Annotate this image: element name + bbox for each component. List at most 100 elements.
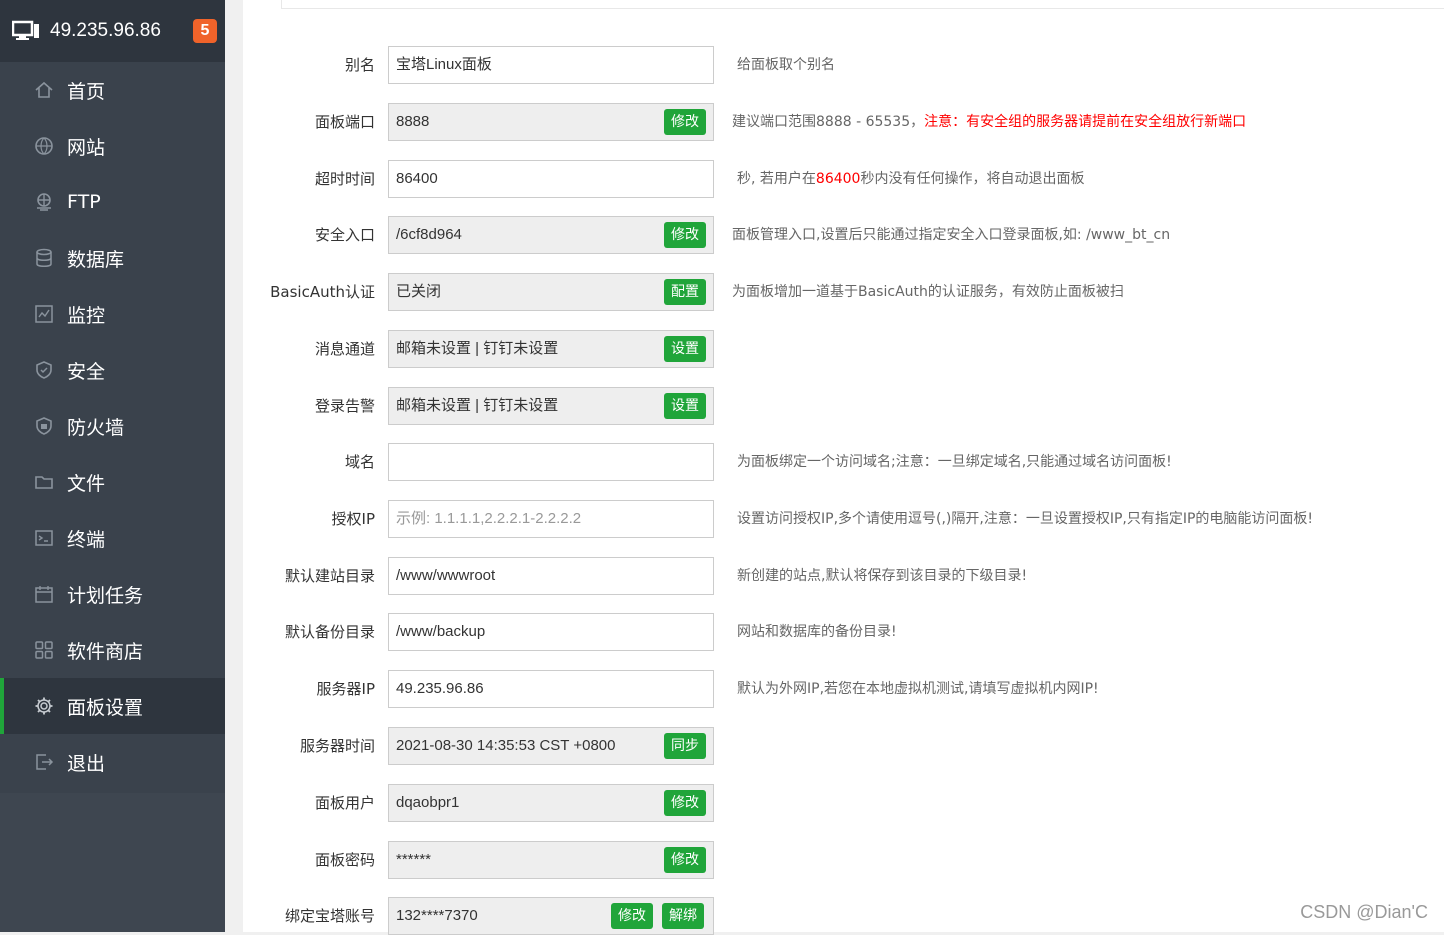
sidebar-item-panel-settings[interactable]: 面板设置: [0, 678, 225, 734]
sidebar-item-label: 数据库: [67, 248, 125, 271]
server-header: 49.235.96.86 5: [0, 0, 225, 62]
auth-ip-input[interactable]: 示例: 1.1.1.1,2.2.2.1-2.2.2.2: [388, 500, 714, 538]
set-login-alert-button[interactable]: 设置: [664, 393, 706, 419]
row-server-time: 服务器时间 2021-08-30 14:35:53 CST +0800 同步: [243, 727, 1444, 765]
field-label: 服务器时间: [299, 737, 375, 755]
server-ip-input[interactable]: 49.235.96.86: [388, 670, 714, 708]
row-server-ip: 服务器IP 49.235.96.86 默认为外网IP,若您在本地虚拟机测试,请填…: [243, 670, 1444, 708]
row-panel-user: 面板用户 dqaobpr1 修改: [243, 784, 1444, 822]
sidebar-item-label: 终端: [67, 528, 106, 551]
notification-badge[interactable]: 5: [193, 19, 217, 43]
alias-input[interactable]: 宝塔Linux面板: [388, 46, 714, 84]
sidebar-item-store[interactable]: 软件商店: [0, 622, 225, 678]
bt-account-input: 132****7370 修改 解绑: [388, 897, 714, 935]
row-port: 面板端口 8888 修改 建议端口范围8888 - 65535，注意：有安全组的…: [243, 103, 1444, 141]
row-backup-dir: 默认备份目录 /www/backup 网站和数据库的备份目录!: [243, 613, 1444, 651]
home-icon: [34, 80, 54, 100]
sidebar-item-security[interactable]: 安全: [0, 342, 225, 398]
monitor-icon: [34, 304, 54, 324]
help-text: 面板管理入口,设置后只能通过指定安全入口登录面板,如: /www_bt_cn: [732, 227, 1171, 243]
apps-icon: [34, 640, 54, 660]
sidebar-item-website[interactable]: 网站: [0, 118, 225, 174]
sidebar-item-label: 软件商店: [67, 640, 144, 663]
folder-icon: [34, 472, 54, 492]
sidebar: 49.235.96.86 5 首页 网站 FTP 数据库 监控 安全 防火墙 文…: [0, 0, 225, 932]
field-label: 登录告警: [314, 397, 375, 415]
help-text: 为面板增加一道基于BasicAuth的认证服务，有效防止面板被扫: [732, 284, 1124, 300]
help-text: 秒, 若用户在86400秒内没有任何操作，将自动退出面板: [737, 171, 1085, 187]
field-label: 授权IP: [331, 510, 375, 528]
channel-input: 邮箱未设置 | 钉钉未设置 设置: [388, 330, 714, 368]
sidebar-item-cron[interactable]: 计划任务: [0, 566, 225, 622]
sidebar-item-monitor[interactable]: 监控: [0, 286, 225, 342]
domain-input[interactable]: [388, 443, 714, 481]
help-text: 网站和数据库的备份目录!: [737, 624, 897, 640]
ftp-icon: [34, 192, 54, 212]
modify-user-button[interactable]: 修改: [664, 790, 706, 816]
field-label: 别名: [344, 56, 375, 74]
row-basicauth: BasicAuth认证 已关闭 配置 为面板增加一道基于BasicAuth的认证…: [243, 273, 1444, 311]
help-text: 为面板绑定一个访问域名;注意：一旦绑定域名,只能通过域名访问面板!: [737, 454, 1172, 470]
settings-panel: 别名 宝塔Linux面板 给面板取个别名 面板端口 8888 修改 建议端口范围…: [243, 0, 1444, 935]
sidebar-item-label: 安全: [67, 360, 106, 383]
configure-basicauth-button[interactable]: 配置: [664, 279, 706, 305]
sidebar-item-label: 退出: [67, 752, 106, 775]
row-login-alert: 登录告警 邮箱未设置 | 钉钉未设置 设置: [243, 387, 1444, 425]
field-label: 面板用户: [314, 794, 375, 812]
sidebar-item-label: 监控: [67, 304, 106, 327]
unbind-account-button[interactable]: 解绑: [662, 903, 704, 929]
sync-time-button[interactable]: 同步: [664, 733, 706, 759]
terminal-icon: [34, 528, 54, 548]
field-label: 安全入口: [314, 226, 375, 244]
modify-password-button[interactable]: 修改: [664, 847, 706, 873]
firewall-icon: [34, 416, 54, 436]
sidebar-item-label: 首页: [67, 80, 106, 103]
row-panel-pass: 面板密码 ****** 修改: [243, 841, 1444, 879]
site-dir-input[interactable]: /www/wwwroot: [388, 557, 714, 595]
sidebar-item-ftp[interactable]: FTP: [0, 174, 225, 230]
row-domain: 域名 为面板绑定一个访问域名;注意：一旦绑定域名,只能通过域名访问面板!: [243, 443, 1444, 481]
sidebar-menu: 首页 网站 FTP 数据库 监控 安全 防火墙 文件 终端 计划任务 软件商店 …: [0, 62, 225, 793]
row-bt-account: 绑定宝塔账号 132****7370 修改 解绑: [243, 897, 1444, 935]
field-label: 默认建站目录: [284, 567, 375, 585]
server-ip: 49.235.96.86: [50, 20, 161, 41]
help-text: 给面板取个别名: [737, 57, 835, 73]
divider: [281, 0, 1444, 9]
basicauth-input: 已关闭 配置: [388, 273, 714, 311]
panel-pass-input: ****** 修改: [388, 841, 714, 879]
field-label: 超时时间: [314, 170, 375, 188]
set-channel-button[interactable]: 设置: [664, 336, 706, 362]
sidebar-item-label: 防火墙: [67, 416, 125, 439]
sidebar-item-label: 网站: [67, 136, 106, 159]
help-text: 建议端口范围8888 - 65535，注意：有安全组的服务器请提前在安全组放行新…: [732, 114, 1247, 130]
sidebar-item-database[interactable]: 数据库: [0, 230, 225, 286]
sidebar-item-logout[interactable]: 退出: [0, 734, 225, 790]
modify-entry-button[interactable]: 修改: [664, 222, 706, 248]
field-label: 面板密码: [314, 851, 375, 869]
backup-dir-input[interactable]: /www/backup: [388, 613, 714, 651]
help-text: 默认为外网IP,若您在本地虚拟机测试,请填写虚拟机内网IP!: [737, 681, 1099, 697]
row-site-dir: 默认建站目录 /www/wwwroot 新创建的站点,默认将保存到该目录的下级目…: [243, 557, 1444, 595]
modify-account-button[interactable]: 修改: [611, 903, 653, 929]
field-label: 服务器IP: [316, 680, 375, 698]
row-alias: 别名 宝塔Linux面板 给面板取个别名: [243, 46, 1444, 84]
help-text: 设置访问授权IP,多个请使用逗号(,)隔开,注意：一旦设置授权IP,只有指定IP…: [737, 511, 1314, 527]
row-channel: 消息通道 邮箱未设置 | 钉钉未设置 设置: [243, 330, 1444, 368]
modify-port-button[interactable]: 修改: [664, 109, 706, 135]
logout-icon: [34, 752, 54, 772]
timeout-input[interactable]: 86400: [388, 160, 714, 198]
sidebar-item-firewall[interactable]: 防火墙: [0, 398, 225, 454]
sidebar-item-terminal[interactable]: 终端: [0, 510, 225, 566]
monitor-icon: [12, 20, 39, 40]
field-label: 域名: [344, 453, 375, 471]
sidebar-item-files[interactable]: 文件: [0, 454, 225, 510]
watermark: CSDN @Dian'C: [1300, 902, 1428, 922]
field-label: BasicAuth认证: [270, 283, 375, 301]
field-label: 绑定宝塔账号: [284, 907, 375, 925]
globe-icon: [34, 136, 54, 156]
sidebar-item-home[interactable]: 首页: [0, 62, 225, 118]
database-icon: [34, 248, 54, 268]
sidebar-footer: [0, 793, 225, 932]
server-time-input: 2021-08-30 14:35:53 CST +0800 同步: [388, 727, 714, 765]
sidebar-item-label: 面板设置: [67, 696, 144, 719]
